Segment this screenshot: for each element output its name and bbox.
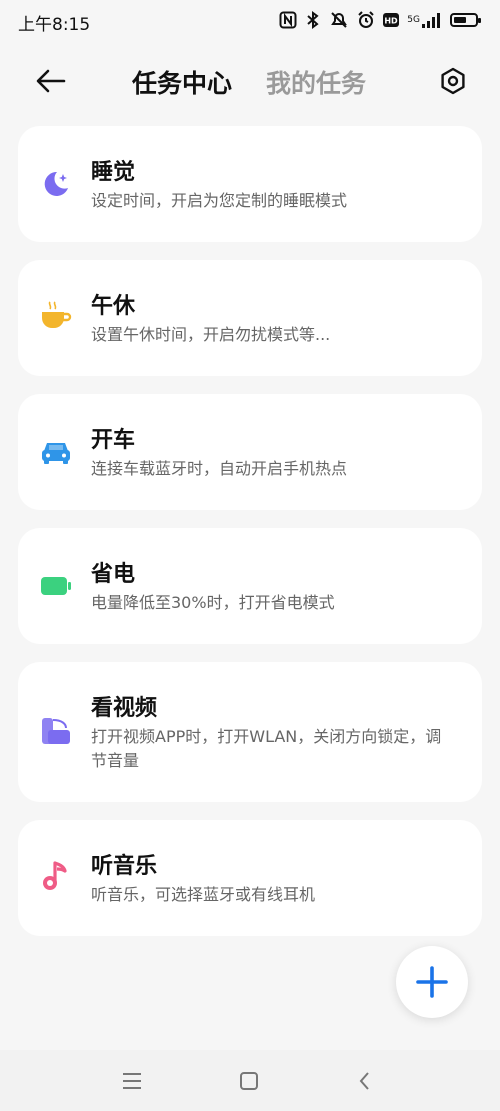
- task-card-sleep[interactable]: 睡觉 设定时间，开启为您定制的睡眠模式: [18, 126, 482, 242]
- task-title: 开车: [91, 428, 136, 453]
- hd-icon: HD: [383, 13, 400, 27]
- battery-icon: [450, 13, 481, 27]
- task-description: 设置午休时间，开启勿扰模式等...: [91, 325, 331, 344]
- task-title: 睡觉: [91, 160, 136, 185]
- header: 任务中心 我的任务: [0, 56, 500, 106]
- car-icon: [40, 436, 72, 468]
- back-chevron-icon[interactable]: [352, 1068, 378, 1094]
- task-title: 看视频: [91, 696, 158, 721]
- bluetooth-icon: [305, 11, 321, 29]
- mute-icon: [329, 11, 349, 29]
- tab-my-tasks[interactable]: 我的任务: [266, 64, 366, 100]
- plus-icon: [416, 966, 448, 998]
- task-card-music[interactable]: 听音乐 听音乐，可选择蓝牙或有线耳机: [18, 820, 482, 936]
- network-type: 5G: [407, 14, 420, 25]
- task-description: 打开视频APP时，打开WLAN，关闭方向锁定，调节音量: [91, 727, 442, 770]
- alarm-icon: [357, 11, 375, 29]
- tab-task-center[interactable]: 任务中心: [132, 64, 232, 100]
- signal-icon: [422, 12, 442, 28]
- system-nav-bar: [0, 1050, 500, 1111]
- status-bar: 上午8:15 HD 5G: [0, 0, 500, 40]
- add-task-button[interactable]: [396, 946, 468, 1018]
- status-icons: HD 5G: [279, 8, 481, 32]
- task-card-nap[interactable]: 午休 设置午休时间，开启勿扰模式等...: [18, 260, 482, 376]
- task-description: 听音乐，可选择蓝牙或有线耳机: [91, 885, 316, 904]
- home-square-icon[interactable]: [236, 1068, 262, 1094]
- battery-icon: [40, 570, 72, 602]
- status-time: 上午8:15: [18, 15, 91, 35]
- nfc-icon: [279, 11, 297, 29]
- settings-hexagon-icon[interactable]: [438, 66, 468, 96]
- battery-fill: [454, 17, 466, 23]
- task-title: 听音乐: [91, 854, 158, 879]
- task-card-power-save[interactable]: 省电 电量降低至30%时，打开省电模式: [18, 528, 482, 644]
- task-description: 电量降低至30%时，打开省电模式: [91, 593, 335, 612]
- back-arrow-icon[interactable]: [34, 66, 68, 96]
- task-description: 设定时间，开启为您定制的睡眠模式: [91, 191, 348, 210]
- moon-star-icon: [40, 168, 72, 200]
- music-note-icon: [40, 860, 72, 892]
- task-title: 午休: [91, 294, 136, 319]
- task-card-video[interactable]: 看视频 打开视频APP时，打开WLAN，关闭方向锁定，调节音量: [18, 662, 482, 802]
- task-title: 省电: [91, 562, 136, 587]
- task-card-driving[interactable]: 开车 连接车载蓝牙时，自动开启手机热点: [18, 394, 482, 510]
- tea-cup-icon: [40, 300, 72, 332]
- menu-icon[interactable]: [119, 1068, 145, 1094]
- video-screen-icon: [40, 716, 72, 748]
- svg-text:HD: HD: [385, 17, 399, 26]
- task-description: 连接车载蓝牙时，自动开启手机热点: [91, 459, 348, 478]
